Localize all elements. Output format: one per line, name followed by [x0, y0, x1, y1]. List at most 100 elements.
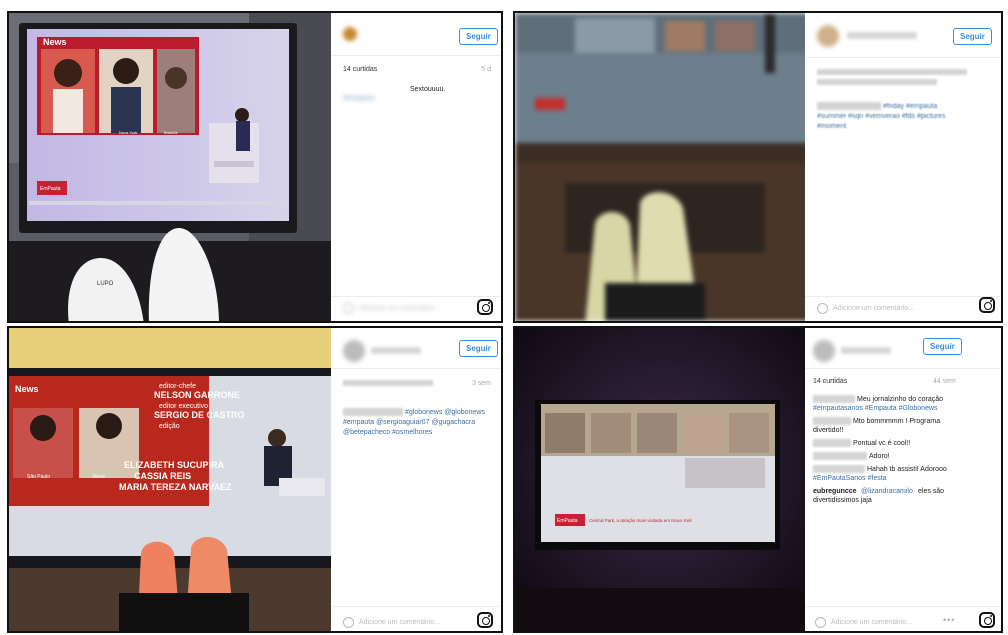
- avatar[interactable]: [343, 27, 357, 41]
- post-sidebar-4: Seguir 14 curtidas 44 sem Meu jornalzinh…: [805, 328, 1001, 631]
- comment-user[interactable]: eubreguncce: [813, 487, 857, 496]
- likes-count[interactable]: 14 curtidas: [343, 66, 377, 73]
- svg-text:editor executivo: editor executivo: [159, 403, 208, 410]
- redacted-username[interactable]: [813, 465, 865, 473]
- comment-text: Hahah tb assisti! Adorooo: [867, 466, 947, 473]
- heart-icon[interactable]: [817, 303, 828, 314]
- post-sidebar-3: Seguir 3 sem #globonews @globonews #empa…: [331, 328, 501, 631]
- comment-tags[interactable]: #empautasanos #Empauta #Globonews: [813, 404, 938, 413]
- tv-label-newyork: Nova York: [119, 130, 137, 135]
- tv-ticker-1: EmPauta: [40, 186, 61, 192]
- heart-icon[interactable]: [343, 617, 354, 628]
- tv-feet-photo-3: News editor-chefe NELSON GARRONE editor …: [9, 328, 331, 631]
- redacted-username[interactable]: [343, 408, 403, 416]
- comment-input[interactable]: Adicione um comentário...: [343, 303, 440, 314]
- divider: [805, 606, 1001, 607]
- follow-button[interactable]: Seguir: [459, 340, 498, 357]
- tv-caption-4: Central Park, a atração mais visitada em…: [589, 518, 693, 523]
- post-photo-1[interactable]: News Nova York Brasília EmPauta LUPO: [9, 13, 331, 321]
- divider: [805, 296, 1001, 297]
- redacted-username[interactable]: [813, 417, 851, 425]
- post-age: 44 sem: [933, 378, 956, 385]
- post-panel-1: News Nova York Brasília EmPauta LUPO Seg…: [7, 11, 503, 323]
- svg-text:edição: edição: [159, 423, 180, 430]
- svg-text:SERGIO DE CASTRO: SERGIO DE CASTRO: [154, 410, 245, 420]
- tv-brand-1: News: [43, 37, 67, 47]
- post-age: 3 sem: [471, 380, 491, 387]
- divider: [331, 55, 501, 56]
- svg-text:CASSIA REIS: CASSIA REIS: [134, 471, 191, 481]
- redacted-text: [817, 79, 937, 85]
- svg-text:NELSON GARRONE: NELSON GARRONE: [154, 390, 240, 400]
- post-photo-2[interactable]: [515, 13, 809, 321]
- tv-label-brasilia: Brasília: [164, 130, 178, 135]
- follow-button[interactable]: Seguir: [953, 28, 992, 45]
- caption-tags-line2[interactable]: #empauta @sergioaguiar07 @gugachacra: [343, 418, 475, 427]
- svg-text:ELIZABETH SUCUPIRA: ELIZABETH SUCUPIRA: [124, 460, 225, 470]
- comment-text: Pontual vc é cool!!: [853, 440, 911, 447]
- post-panel-3: News editor-chefe NELSON GARRONE editor …: [7, 326, 503, 633]
- instagram-icon[interactable]: [979, 297, 995, 313]
- instagram-icon[interactable]: [477, 299, 493, 315]
- post-sidebar-1: Seguir 14 curtidas 5 d Sextouuuu. #empau…: [331, 13, 501, 321]
- follow-button[interactable]: Seguir: [923, 338, 962, 355]
- svg-text:Nova: Nova: [93, 474, 105, 480]
- username[interactable]: [371, 347, 421, 354]
- tv-dark-room-photo-4: EmPauta Central Park, a atração mais vis…: [515, 328, 809, 631]
- redacted-username[interactable]: [817, 102, 881, 110]
- follow-button[interactable]: Seguir: [459, 28, 498, 45]
- post-photo-3[interactable]: News editor-chefe NELSON GARRONE editor …: [9, 328, 331, 631]
- svg-text:LUPO: LUPO: [97, 281, 114, 287]
- comment-text: Meu jornalzinho do coração: [857, 396, 943, 403]
- caption-text: Sextouuuu.: [410, 86, 446, 93]
- instagram-icon[interactable]: [979, 612, 995, 628]
- tv-brand-3: News: [15, 384, 39, 394]
- comment-text-extra: divertidissimos jaja: [813, 497, 872, 504]
- avatar[interactable]: [343, 340, 365, 362]
- heart-icon[interactable]: [815, 617, 826, 628]
- avatar[interactable]: [813, 340, 835, 362]
- redacted-username[interactable]: [813, 395, 855, 403]
- caption-tags-line3[interactable]: #moment: [817, 122, 846, 131]
- post-panel-4: EmPauta Central Park, a atração mais vis…: [513, 326, 1003, 633]
- comment-input[interactable]: Adicione um comentário...: [817, 303, 914, 314]
- comment-input[interactable]: Adicione um comentário...: [815, 617, 912, 628]
- caption-tags-line1[interactable]: #friday #empauta: [883, 102, 937, 111]
- comment-input[interactable]: Adicione um comentário...: [343, 617, 440, 628]
- redacted-text: [343, 380, 433, 386]
- caption-tags-line3[interactable]: @betepacheco #osmelhores: [343, 428, 432, 437]
- svg-text:MARIA TEREZA NARVAEZ: MARIA TEREZA NARVAEZ: [119, 482, 232, 492]
- more-options-icon[interactable]: •••: [943, 615, 955, 625]
- comment-text: Adoro!: [869, 453, 890, 460]
- post-panel-2: Seguir #friday #empauta #summer #sqn #ve…: [513, 11, 1003, 323]
- redacted-username[interactable]: [813, 439, 851, 447]
- comment-text: eles são: [918, 488, 945, 495]
- caption-tags-line2[interactable]: #summer #sqn #vemverao #fds #pictures: [817, 112, 945, 121]
- post-sidebar-2: Seguir #friday #empauta #summer #sqn #ve…: [805, 13, 1001, 321]
- redacted-username[interactable]: [813, 452, 867, 460]
- comment-text-extra: divertido!!: [813, 427, 844, 434]
- svg-text:editor-chefe: editor-chefe: [159, 383, 196, 390]
- divider: [331, 296, 501, 297]
- comment-text: Mto bommmmm ! Programa: [853, 418, 941, 425]
- comment-tags[interactable]: #EmPautaSanos #festa: [813, 474, 887, 483]
- instagram-icon[interactable]: [477, 612, 493, 628]
- heart-icon[interactable]: [343, 303, 354, 314]
- username[interactable]: [847, 32, 917, 39]
- redacted-text: [817, 69, 967, 75]
- comment-mention[interactable]: @lizandracamilo: [861, 487, 913, 496]
- caption-tags[interactable]: #empauta: [343, 94, 374, 103]
- tv-ticker-4: EmPauta: [557, 518, 578, 524]
- post-age: 5 d: [481, 66, 491, 73]
- likes-count[interactable]: 14 curtidas: [813, 378, 847, 385]
- tv-feet-photo-1: News Nova York Brasília EmPauta LUPO: [9, 13, 331, 321]
- divider: [331, 606, 501, 607]
- divider: [331, 368, 501, 369]
- svg-text:São Paulo: São Paulo: [27, 474, 50, 480]
- caption-tags-line1[interactable]: #globonews @globonews: [405, 408, 485, 417]
- avatar[interactable]: [817, 25, 839, 47]
- tv-sneakers-photo-2: [515, 13, 809, 321]
- divider: [805, 57, 1001, 58]
- username[interactable]: [841, 347, 891, 354]
- post-photo-4[interactable]: EmPauta Central Park, a atração mais vis…: [515, 328, 809, 631]
